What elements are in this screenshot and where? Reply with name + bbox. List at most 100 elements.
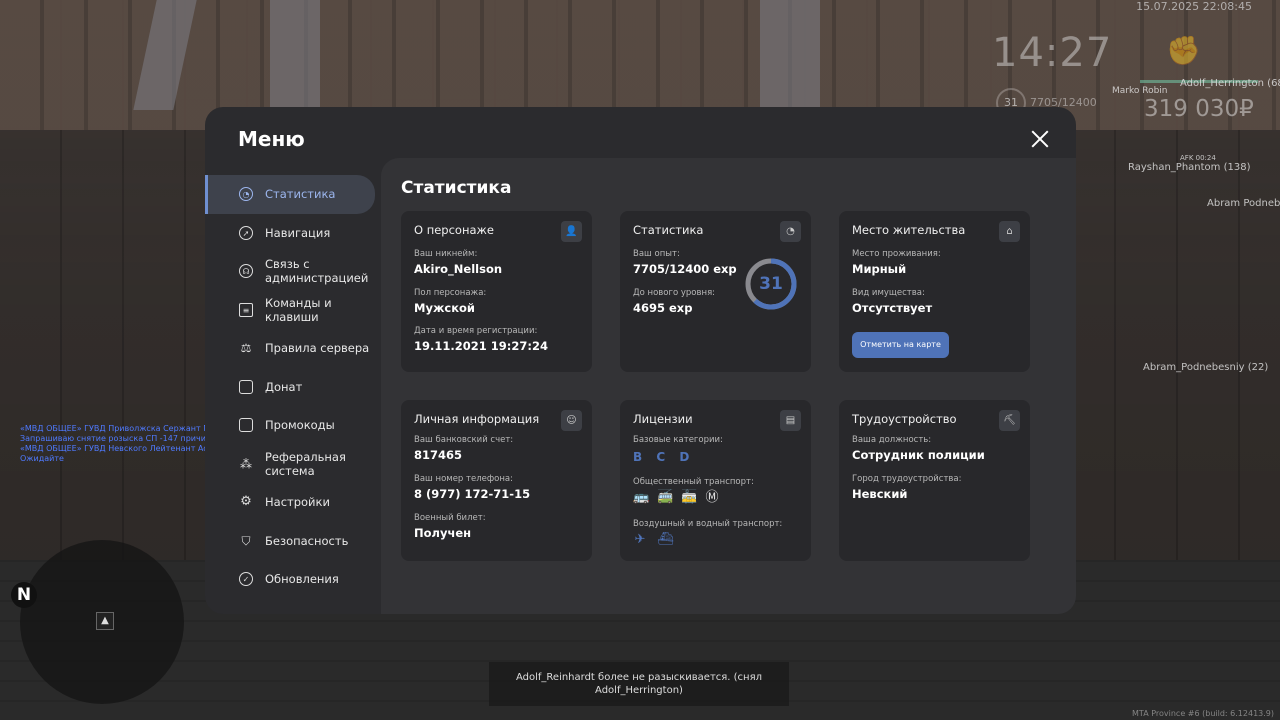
notification: Adolf_Reinhardt более не разыскивается. … [489,662,789,706]
hud-clock: 14:27 [992,30,1113,76]
player-nametag: Rayshan_Phantom (138) [1128,162,1251,173]
card-title: Лицензии [633,412,693,426]
sidebar-item-statistics[interactable]: ◔ Статистика [205,175,375,214]
sidebar-item-admin-contact[interactable]: ☊ Связь с администрацией [205,252,381,291]
phone-value: 8 (977) 172-71-15 [414,487,531,501]
sidebar-item-label: Обновления [265,572,339,587]
hud-datetime: 15.07.2025 22:08:45 [1136,0,1252,13]
player-nametag: AFK 00:24 [1180,154,1216,162]
scene-beam [270,0,320,110]
shield-icon: ⛉ [241,533,251,548]
sidebar-item-label: Донат [265,379,303,394]
card-character: О персонаже 👤 Ваш никнейм: Akiro_Nellson… [401,211,592,372]
menu-title: Меню [238,127,305,151]
public-transport-icons: 🚌 🚎 🚋 Ⓜ [633,490,719,505]
field-label: Общественный транспорт: [633,477,754,487]
menu-sidebar: ◔ Статистика ➚ Навигация ☊ Связь с админ… [205,175,381,599]
mark-on-map-button[interactable]: Отметить на карте [852,332,949,358]
player-nametag: Marko Robin [1112,86,1168,96]
residence-value: Мирный [852,262,907,276]
wallet-icon [239,379,253,394]
sidebar-item-settings[interactable]: ⚙ Настройки [205,483,381,522]
field-label: Пол персонажа: [414,288,487,298]
field-label: Военный билет: [414,513,486,523]
sidebar-item-label: Команды и клавиши [265,295,332,324]
sidebar-item-commands[interactable]: ≡ Команды и клавиши [205,291,381,330]
license-icon: ▤ [780,410,801,431]
exp-value: 7705/12400 exp [633,262,737,276]
ticket-icon [239,418,253,433]
document-icon: ≡ [239,302,253,317]
card-title: Личная информация [414,412,540,426]
property-value: Отсутствует [852,301,933,315]
compass-icon: ➚ [239,225,253,240]
tram-icon: 🚋 [681,490,698,505]
license-category: B [633,450,645,464]
pickaxe-icon: ⛏ [999,410,1020,431]
build-info: MTA Province #6 (build: 6.12413.9) [1132,709,1274,718]
card-title: Трудоустройство [852,412,957,426]
player-nametag: Abram Podnebesniy [1207,198,1280,209]
card-title: О персонаже [414,223,494,237]
user-icon: 👤 [561,221,582,242]
nickname-value: Akiro_Nellson [414,262,503,276]
military-value: Получен [414,526,472,540]
refresh-icon: ✓ [239,572,253,587]
sex-value: Мужской [414,301,475,315]
field-label: Ваш банковский счет: [414,435,514,445]
sidebar-item-security[interactable]: ⛉ Безопасность [205,522,381,561]
field-label: Ваш никнейм: [414,249,478,259]
sidebar-item-referral[interactable]: ⁂ Реферальная система [205,445,381,484]
player-nametag: Adolf_Herrington (68) [1180,78,1280,89]
air-water-transport-icons: ✈ ⛴ [633,532,674,547]
gear-icon: ⚙ [240,494,252,510]
card-personal: Личная информация ☺ Ваш банковский счет:… [401,400,592,561]
card-title: Место жительства [852,223,966,237]
card-title: Статистика [633,223,704,237]
sidebar-item-label: Правила сервера [265,341,370,356]
sidebar-item-navigation[interactable]: ➚ Навигация [205,214,381,253]
card-residence: Место жительства ⌂ Место проживания: Мир… [839,211,1030,372]
registration-value: 19.11.2021 19:27:24 [414,339,548,353]
field-label: Ваш номер телефона: [414,474,513,484]
boat-icon: ⛴ [657,532,674,547]
bus-icon: 🚌 [633,490,650,505]
scales-icon: ⚖ [240,341,252,356]
player-marker-icon: ▲ [96,612,114,630]
field-label: Дата и время регистрации: [414,326,538,336]
field-label: Ваша должность: [852,435,932,445]
bank-value: 817465 [414,448,463,462]
next-level-value: 4695 exp [633,301,693,315]
sidebar-item-donate[interactable]: Донат [205,368,381,407]
headset-icon: ☊ [239,264,253,279]
menu-window: Меню ◔ Статистика ➚ Навигация ☊ Связь с … [205,107,1076,614]
home-icon: ⌂ [999,221,1020,242]
sidebar-item-promocodes[interactable]: Промокоды [205,406,381,445]
sidebar-item-label: Навигация [265,225,331,240]
fist-icon: ✊ [1166,34,1201,67]
license-categories: B C D [633,450,697,464]
license-category: D [679,450,692,464]
field-label: Город трудоустройства: [852,474,962,484]
sidebar-item-rules[interactable]: ⚖ Правила сервера [205,329,381,368]
sidebar-item-label: Настройки [265,495,330,510]
hud-money: 319 030₽ [1144,96,1254,122]
pie-chart-icon: ◔ [239,187,253,202]
sidebar-item-updates[interactable]: ✓ Обновления [205,560,381,599]
metro-icon: Ⓜ [705,490,719,505]
plane-icon: ✈ [634,532,646,547]
scene-beam [760,0,820,110]
field-label: Базовые категории: [633,435,723,445]
sidebar-item-label: Промокоды [265,418,335,433]
close-icon[interactable] [1029,128,1051,150]
content-panel: Статистика О персонаже 👤 Ваш никнейм: Ak… [381,158,1076,614]
field-label: Воздушный и водный транспорт: [633,519,783,529]
level-value: 31 [759,274,783,294]
pie-chart-icon: ◔ [780,221,801,242]
position-value: Сотрудник полиции [852,448,985,462]
sidebar-item-label: Реферальная система [265,449,346,478]
referral-icon: ⁂ [240,456,252,471]
profile-icon: ☺ [561,410,582,431]
card-employment: Трудоустройство ⛏ Ваша должность: Сотруд… [839,400,1030,561]
field-label: Место проживания: [852,249,941,259]
